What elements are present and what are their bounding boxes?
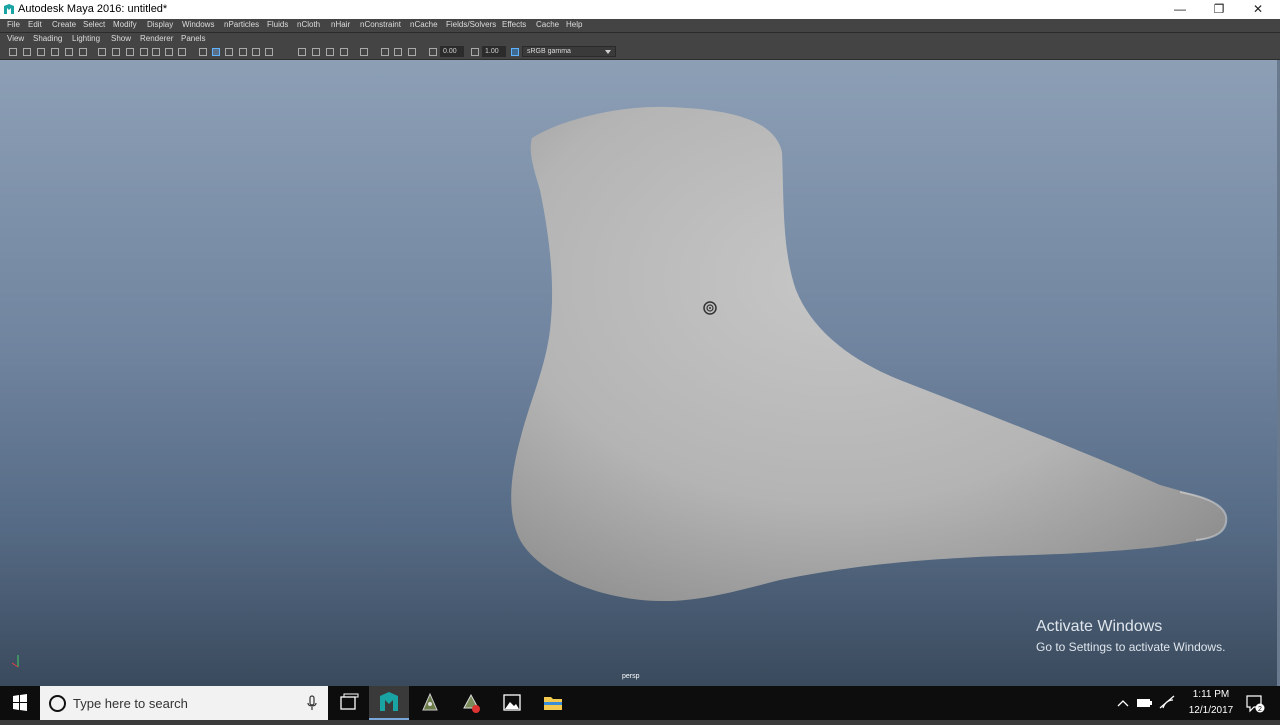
title-bar: Autodesk Maya 2016: untitled* — ❐ ✕ <box>0 0 1280 19</box>
cortana-icon <box>49 695 66 712</box>
restore-button[interactable]: ❐ <box>1199 0 1239 19</box>
foot-mesh <box>511 106 1228 602</box>
taskbar-app-photos-icon[interactable] <box>492 686 532 720</box>
show-hidden-icons-icon[interactable] <box>1114 686 1132 720</box>
activation-watermark-title: Activate Windows <box>1036 618 1163 635</box>
network-icon[interactable] <box>1157 686 1177 720</box>
gamma-icon[interactable] <box>471 48 479 56</box>
panel-toolbar: 0.00 1.00 sRGB gamma <box>0 45 1280 60</box>
menu-nconstraint[interactable]: nConstraint <box>360 20 401 29</box>
camera-name-label: persp <box>622 673 640 680</box>
isolate-select-icon[interactable] <box>360 48 368 56</box>
safe-title-icon[interactable] <box>178 48 186 56</box>
axis-gizmo-icon <box>11 655 19 668</box>
taskbar-search-box[interactable]: Type here to search <box>40 686 328 720</box>
menu-display[interactable]: Display <box>147 20 173 29</box>
menu-ncloth[interactable]: nCloth <box>297 20 320 29</box>
menu-nhair[interactable]: nHair <box>331 20 350 29</box>
windows-taskbar: Type here to search 1:11 PM 12/1/2017 2 <box>0 686 1280 720</box>
menu-fluids[interactable]: Fluids <box>267 20 288 29</box>
image-plane-icon[interactable] <box>51 48 59 56</box>
panel-menu-renderer[interactable]: Renderer <box>140 34 173 43</box>
maya-app-icon <box>4 4 14 14</box>
taskbar-app-pen-icon[interactable] <box>410 686 450 720</box>
start-windows-icon[interactable] <box>0 686 40 720</box>
motion-blur-icon[interactable] <box>312 48 320 56</box>
taskbar-app-maya[interactable] <box>369 686 409 720</box>
taskbar-date[interactable]: 12/1/2017 <box>1180 705 1242 716</box>
panel-menu-view[interactable]: View <box>7 34 24 43</box>
close-button[interactable]: ✕ <box>1238 0 1278 19</box>
menu-select[interactable]: Select <box>83 20 105 29</box>
minimize-button[interactable]: — <box>1160 0 1200 19</box>
use-all-lights-icon[interactable] <box>252 48 260 56</box>
task-view-icon[interactable] <box>328 686 368 720</box>
safe-action-icon[interactable] <box>165 48 173 56</box>
select-camera-icon[interactable] <box>9 48 17 56</box>
menu-windows[interactable]: Windows <box>182 20 214 29</box>
film-gate-icon[interactable] <box>112 48 120 56</box>
action-center-button[interactable]: 2 <box>1244 686 1266 720</box>
screen-space-ao-icon[interactable] <box>298 48 306 56</box>
xray-joints-icon[interactable] <box>394 48 402 56</box>
textured-icon[interactable] <box>239 48 247 56</box>
panel-menu-bar: View Shading Lighting Show Renderer Pane… <box>0 33 1280 45</box>
microphone-icon[interactable] <box>305 695 319 711</box>
gate-mask-icon[interactable] <box>140 48 148 56</box>
depth-of-field-icon[interactable] <box>340 48 348 56</box>
menu-ncache[interactable]: nCache <box>410 20 438 29</box>
exposure-field[interactable]: 0.00 <box>440 46 464 57</box>
lock-camera-icon[interactable] <box>23 48 31 56</box>
smooth-shade-icon[interactable] <box>212 48 220 56</box>
action-center-icon: 2 <box>1246 695 1265 713</box>
xray-components-icon[interactable] <box>408 48 416 56</box>
grid-icon[interactable] <box>98 48 106 56</box>
grease-pencil-icon[interactable] <box>79 48 87 56</box>
taskbar-time[interactable]: 1:11 PM <box>1186 689 1236 700</box>
main-menu-bar: File Edit Create Select Modify Display W… <box>0 19 1280 32</box>
gamma-field[interactable]: 1.00 <box>482 46 506 57</box>
activation-watermark-subtitle: Go to Settings to activate Windows. <box>1036 640 1226 654</box>
menu-help[interactable]: Help <box>566 20 582 29</box>
taskbar-app-document-icon[interactable] <box>451 686 491 720</box>
battery-icon[interactable] <box>1134 686 1154 720</box>
chevron-down-icon <box>605 50 611 54</box>
menu-modify[interactable]: Modify <box>113 20 137 29</box>
window-title: Autodesk Maya 2016: untitled* <box>18 3 168 15</box>
panel-menu-panels[interactable]: Panels <box>181 34 205 43</box>
view-transform-label: sRGB gamma <box>527 48 571 55</box>
wireframe-on-shaded-icon[interactable] <box>225 48 233 56</box>
panel-menu-show[interactable]: Show <box>111 34 131 43</box>
menu-nparticles[interactable]: nParticles <box>224 20 259 29</box>
shadows-icon[interactable] <box>265 48 273 56</box>
maya-taskbar-icon <box>380 692 398 711</box>
search-placeholder: Type here to search <box>73 696 188 711</box>
menu-edit[interactable]: Edit <box>28 20 42 29</box>
menu-cache[interactable]: Cache <box>536 20 559 29</box>
field-chart-icon[interactable] <box>152 48 160 56</box>
resolution-gate-icon[interactable] <box>126 48 134 56</box>
panel-menu-shading[interactable]: Shading <box>33 34 62 43</box>
taskbar-app-file-explorer-icon[interactable] <box>533 686 573 720</box>
bookmark-icon[interactable] <box>37 48 45 56</box>
perspective-viewport[interactable]: persp Activate Windows Go to Settings to… <box>0 60 1280 686</box>
menu-fields-solvers[interactable]: Fields/Solvers <box>446 20 496 29</box>
2d-pan-zoom-icon[interactable] <box>65 48 73 56</box>
view-transform-dropdown[interactable]: sRGB gamma <box>522 46 616 57</box>
xray-icon[interactable] <box>381 48 389 56</box>
menu-effects[interactable]: Effects <box>502 20 526 29</box>
color-management-icon[interactable] <box>511 48 519 56</box>
wireframe-icon[interactable] <box>199 48 207 56</box>
multisample-aa-icon[interactable] <box>326 48 334 56</box>
exposure-icon[interactable] <box>429 48 437 56</box>
panel-menu-lighting[interactable]: Lighting <box>72 34 100 43</box>
menu-create[interactable]: Create <box>52 20 76 29</box>
tumble-cursor-icon <box>703 301 717 315</box>
menu-file[interactable]: File <box>7 20 20 29</box>
notification-count: 2 <box>1258 706 1262 713</box>
